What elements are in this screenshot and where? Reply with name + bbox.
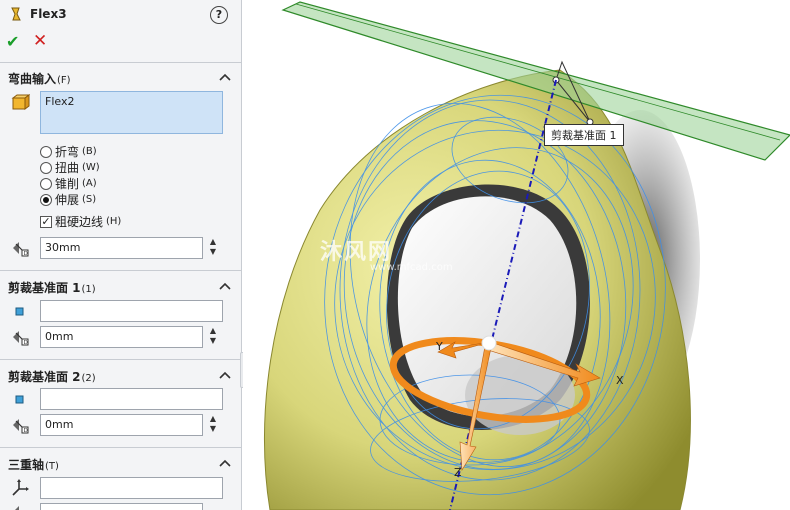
stretch-distance-spinner[interactable]: ▲ ▼ — [207, 237, 219, 259]
divider — [0, 270, 242, 271]
hard-edges-key: (H) — [106, 216, 122, 227]
trim-plane-2-offset-value[interactable]: 0mm — [45, 418, 73, 431]
trim-plane-1-shortcut: (1) — [81, 284, 96, 295]
radio-bend[interactable]: 折弯 (B) — [40, 143, 97, 160]
triad-axes-icon — [12, 479, 29, 496]
hard-edges-checkbox-row[interactable]: ✓ 粗硬边线 (H) — [40, 213, 121, 230]
watermark-url: www.mfcad.com — [370, 262, 453, 273]
triad-origin[interactable] — [481, 335, 497, 351]
triad-position-icon — [15, 506, 19, 510]
flex-bodies-listbox[interactable]: Flex2 — [40, 91, 223, 134]
divider — [0, 447, 242, 448]
graphics-viewport[interactable]: 沐风网 www.mfcad.com X Y Z — [243, 0, 790, 510]
reference-point-icon — [15, 395, 24, 404]
trim-plane-2-reference-field[interactable] — [40, 388, 223, 410]
collapse-chevron-icon[interactable] — [219, 458, 231, 468]
help-button[interactable]: ? — [210, 6, 228, 24]
radio-taper-key: (A) — [82, 178, 97, 189]
trim-plane-1-reference-field[interactable] — [40, 300, 223, 322]
trim-plane-1-offset-value[interactable]: 0mm — [45, 330, 73, 343]
triad-z-label: Z — [454, 466, 462, 479]
radio-bend-circle[interactable] — [40, 145, 52, 158]
divider — [0, 62, 242, 63]
collapse-chevron-icon[interactable] — [219, 72, 231, 82]
trim-plane-1-title: 剪裁基准面 1 — [8, 281, 81, 295]
hard-edges-checkbox[interactable]: ✓ — [40, 215, 52, 228]
radio-bend-key: (B) — [82, 146, 97, 157]
radio-taper-circle[interactable] — [40, 177, 52, 190]
offset-distance-icon: D — [13, 331, 29, 346]
body-select-icon — [11, 94, 30, 110]
property-manager: Flex3 ? ✔ ✕ 弯曲输入 (F) Flex2 折弯 (B) 扭曲 (W) 锥… — [0, 0, 242, 510]
svg-text:D: D — [24, 340, 28, 346]
radio-stretch-label: 伸展 — [55, 193, 80, 207]
radio-taper-label: 锥削 — [55, 177, 80, 191]
trim-plane-2-shortcut: (2) — [81, 373, 96, 384]
flex-feature-icon — [11, 7, 21, 21]
divider — [0, 359, 242, 360]
flex-input-shortcut: (F) — [57, 75, 71, 86]
stretch-distance-field[interactable]: 30mm — [40, 237, 203, 259]
hard-edges-label: 粗硬边线 — [55, 215, 104, 229]
trim-plane-2-offset-spinner[interactable]: ▲ ▼ — [207, 414, 219, 436]
cancel-button[interactable]: ✕ — [33, 31, 47, 51]
svg-text:D: D — [24, 251, 28, 257]
trim-plane-1-section-header[interactable]: 剪裁基准面 1 (1) — [8, 279, 96, 296]
triad-x-label: X — [616, 374, 624, 387]
trim-plane-2-offset-field[interactable]: 0mm — [40, 414, 203, 436]
svg-text:D: D — [24, 428, 28, 434]
trim-plane-1-callout[interactable]: 剪裁基准面 1 — [544, 124, 624, 146]
radio-bend-label: 折弯 — [55, 145, 80, 159]
triad-title: 三重轴 — [8, 458, 45, 472]
radio-stretch-key: (S) — [82, 194, 97, 205]
stretch-distance-value[interactable]: 30mm — [45, 241, 80, 254]
collapse-chevron-icon[interactable] — [219, 281, 231, 291]
distance-icon: D — [13, 242, 29, 257]
feature-title: Flex3 — [8, 6, 67, 22]
radio-stretch-circle[interactable] — [40, 193, 52, 206]
triad-reference-field[interactable] — [40, 477, 223, 499]
triad-position-field[interactable] — [40, 503, 203, 510]
triad-shortcut: (T) — [45, 461, 59, 472]
radio-twist-label: 扭曲 — [55, 161, 80, 175]
feature-title-text: Flex3 — [30, 7, 67, 21]
reference-point-icon — [15, 307, 24, 316]
trim-plane-1-offset-field[interactable]: 0mm — [40, 326, 203, 348]
offset-distance-icon: D — [13, 419, 29, 434]
flex-body-item[interactable]: Flex2 — [45, 95, 74, 108]
trim-plane-2-title: 剪裁基准面 2 — [8, 370, 81, 384]
collapse-chevron-icon[interactable] — [219, 370, 231, 380]
triad-y-label: Y — [436, 340, 443, 353]
flex-input-section-header[interactable]: 弯曲输入 (F) — [8, 70, 71, 87]
ok-button[interactable]: ✔ — [6, 32, 19, 51]
radio-stretch[interactable]: 伸展 (S) — [40, 191, 96, 208]
radio-twist[interactable]: 扭曲 (W) — [40, 159, 100, 176]
radio-twist-key: (W) — [82, 162, 100, 173]
flex-input-title: 弯曲输入 — [8, 72, 57, 86]
triad-section-header[interactable]: 三重轴 (T) — [8, 456, 59, 473]
trim-plane-2-section-header[interactable]: 剪裁基准面 2 (2) — [8, 368, 96, 385]
trim-plane-1-offset-spinner[interactable]: ▲ ▼ — [207, 326, 219, 348]
radio-taper[interactable]: 锥削 (A) — [40, 175, 97, 192]
radio-twist-circle[interactable] — [40, 161, 52, 174]
